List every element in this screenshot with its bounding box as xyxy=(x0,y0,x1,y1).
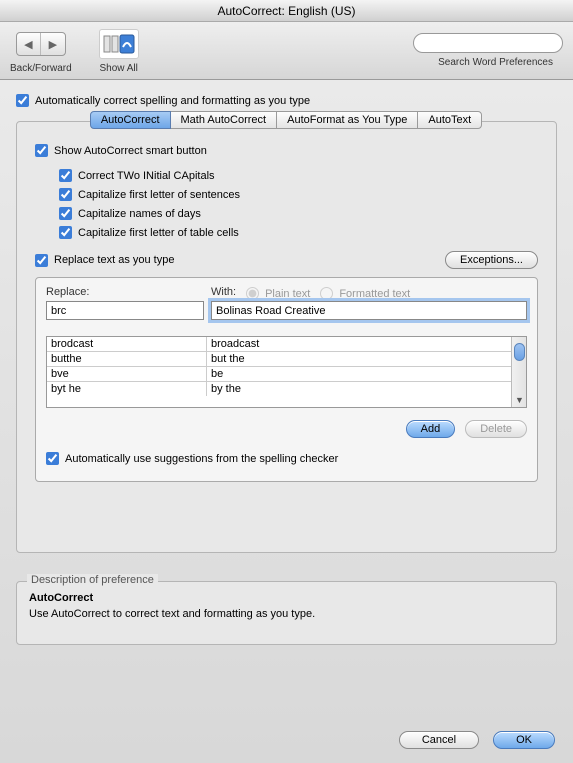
replacement-list[interactable]: brodcast broadcast butthe but the bve be xyxy=(46,336,527,408)
with-input[interactable] xyxy=(211,301,527,320)
cap-table-checkbox[interactable] xyxy=(59,226,72,239)
list-replace-cell: brodcast xyxy=(47,337,207,351)
list-replace-cell: bve xyxy=(47,367,207,381)
replace-panel: Replace: With: Plain text Formatted text xyxy=(35,277,538,482)
replace-text-checkbox[interactable] xyxy=(35,254,48,267)
table-row: butthe but the xyxy=(47,352,511,367)
scrollbar[interactable]: ▼ xyxy=(511,337,526,407)
scroll-thumb[interactable] xyxy=(514,343,525,361)
replace-input[interactable] xyxy=(46,301,204,320)
correct-two-initial-checkbox[interactable] xyxy=(59,169,72,182)
window-title: AutoCorrect: English (US) xyxy=(0,0,573,22)
description-title: Description of preference xyxy=(27,574,158,586)
list-with-cell: by the xyxy=(207,382,511,396)
auto-suggestions-checkbox[interactable] xyxy=(46,452,59,465)
list-replace-cell: byt he xyxy=(47,382,207,396)
description-box: Description of preference AutoCorrect Us… xyxy=(16,581,557,645)
tab-math-autocorrect[interactable]: Math AutoCorrect xyxy=(170,111,278,129)
show-smart-button-label: Show AutoCorrect smart button xyxy=(54,145,207,157)
show-all-label: Show All xyxy=(100,63,138,74)
delete-button: Delete xyxy=(465,420,527,438)
description-body: Use AutoCorrect to correct text and form… xyxy=(29,608,544,620)
formatted-text-label: Formatted text xyxy=(339,288,410,300)
back-forward-group: ◀ ▶ Back/Forward xyxy=(10,27,72,74)
tab-bar: AutoCorrect Math AutoCorrect AutoFormat … xyxy=(17,111,556,129)
list-with-cell: be xyxy=(207,367,511,381)
with-header-label: With: xyxy=(211,286,236,298)
toolbar: ◀ ▶ Back/Forward Show All Sear xyxy=(0,22,573,80)
cap-days-checkbox[interactable] xyxy=(59,207,72,220)
cap-table-label: Capitalize first letter of table cells xyxy=(78,227,239,239)
cancel-button[interactable]: Cancel xyxy=(399,731,479,749)
correct-two-initial-label: Correct TWo INitial CApitals xyxy=(78,170,215,182)
table-row: byt he by the xyxy=(47,382,511,396)
scroll-down-icon[interactable]: ▼ xyxy=(515,395,524,405)
table-row: bve be xyxy=(47,367,511,382)
add-button[interactable]: Add xyxy=(406,420,456,438)
auto-correct-toggle[interactable] xyxy=(16,94,29,107)
auto-suggestions-label: Automatically use suggestions from the s… xyxy=(65,453,338,465)
cap-sentences-checkbox[interactable] xyxy=(59,188,72,201)
search-label: Search Word Preferences xyxy=(438,57,553,68)
plain-text-label: Plain text xyxy=(265,288,310,300)
tab-autoformat[interactable]: AutoFormat as You Type xyxy=(276,111,418,129)
replace-header-label: Replace: xyxy=(46,286,211,298)
cap-days-label: Capitalize names of days xyxy=(78,208,201,220)
search-input[interactable] xyxy=(413,33,563,53)
show-all-group[interactable]: Show All xyxy=(92,27,146,74)
cap-sentences-label: Capitalize first letter of sentences xyxy=(78,189,240,201)
formatted-text-radio xyxy=(320,287,333,300)
back-forward-label: Back/Forward xyxy=(10,63,72,74)
forward-button[interactable]: ▶ xyxy=(41,33,65,55)
main-panel: AutoCorrect Math AutoCorrect AutoFormat … xyxy=(16,121,557,553)
list-with-cell: broadcast xyxy=(207,337,511,351)
auto-correct-toggle-label: Automatically correct spelling and forma… xyxy=(35,95,310,107)
description-heading: AutoCorrect xyxy=(29,592,544,604)
show-smart-button-checkbox[interactable] xyxy=(35,144,48,157)
show-all-icon xyxy=(99,29,139,59)
tab-autocorrect[interactable]: AutoCorrect xyxy=(90,111,171,129)
plain-text-radio xyxy=(246,287,259,300)
table-row: brodcast broadcast xyxy=(47,337,511,352)
tab-autotext[interactable]: AutoText xyxy=(417,111,482,129)
exceptions-button[interactable]: Exceptions... xyxy=(445,251,538,269)
dialog-footer: Cancel OK xyxy=(399,731,555,749)
list-replace-cell: butthe xyxy=(47,352,207,366)
list-with-cell: but the xyxy=(207,352,511,366)
ok-button[interactable]: OK xyxy=(493,731,555,749)
back-button[interactable]: ◀ xyxy=(17,33,41,55)
replace-text-label: Replace text as you type xyxy=(54,254,174,266)
